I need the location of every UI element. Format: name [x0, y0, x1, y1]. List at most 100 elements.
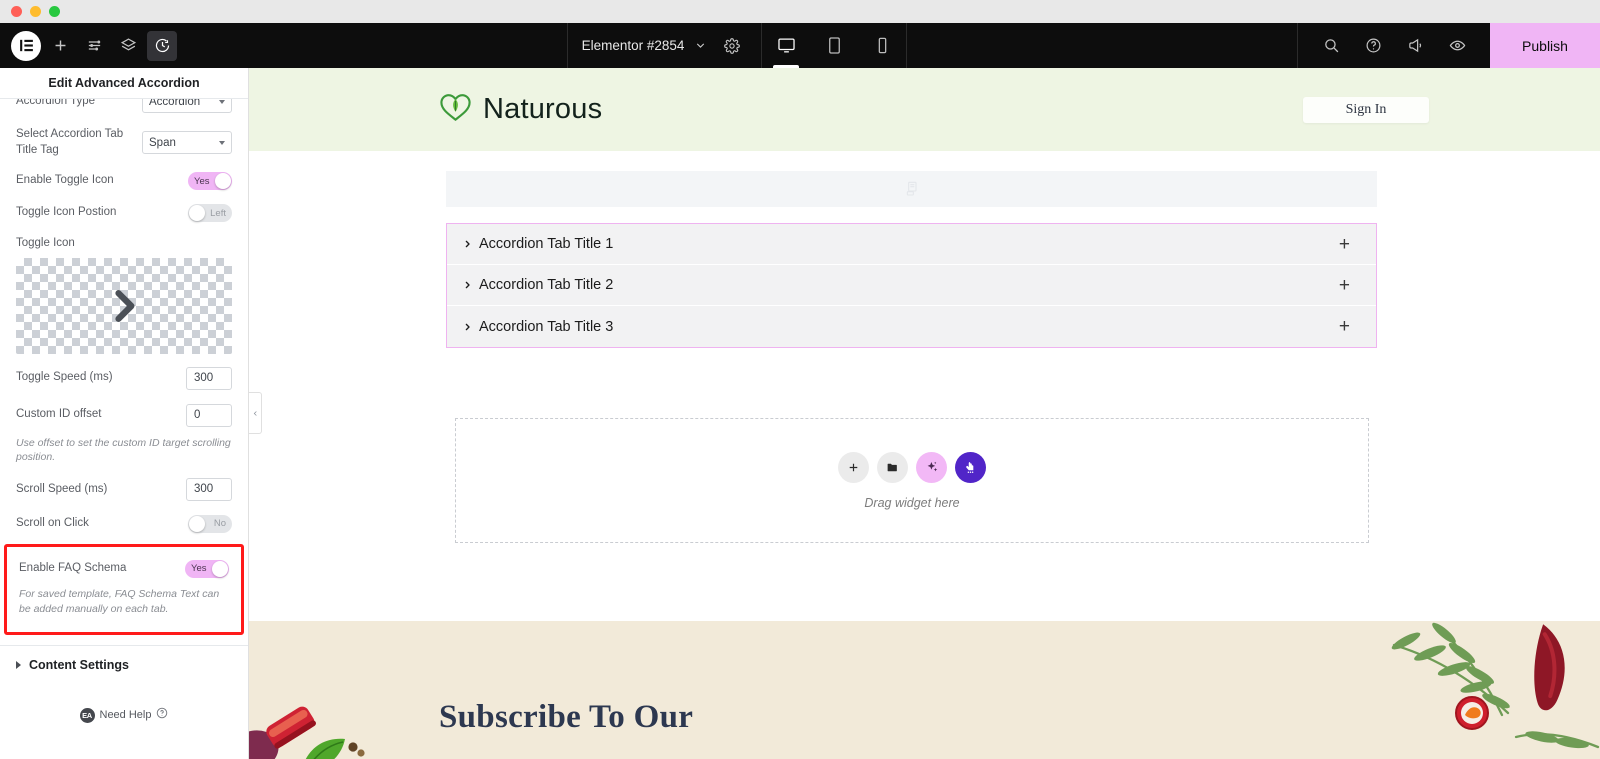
elementor-logo-icon[interactable] [11, 30, 41, 61]
select-value: Accordion [149, 99, 201, 108]
plus-icon[interactable]: + [1339, 235, 1350, 254]
switch-knob [212, 560, 228, 577]
control-enable-toggle-icon: Enable Toggle Icon Yes [0, 165, 248, 197]
publish-button[interactable]: Publish [1490, 23, 1600, 68]
enable-toggle-icon-switch[interactable]: Yes [188, 172, 232, 191]
responsive-desktop-button[interactable] [762, 23, 810, 68]
input-value: 300 [194, 372, 214, 385]
chevron-down-icon [219, 99, 225, 104]
gear-icon[interactable] [717, 31, 747, 61]
control-label: Toggle Icon [16, 237, 75, 250]
vegetables-left-decoration [249, 706, 365, 759]
tab-title-tag-select[interactable]: Span [142, 131, 232, 155]
megaphone-icon[interactable] [1400, 31, 1430, 61]
switch-knob [189, 515, 205, 532]
drop-zone-label: Drag widget here [864, 495, 960, 510]
accordion-tab-left: Accordion Tab Title 1 [463, 236, 613, 252]
heart-leaf-icon [439, 92, 472, 127]
toolbar-center-group: Elementor #2854 [177, 23, 1297, 68]
triangle-right-icon [16, 661, 21, 670]
control-toggle-icon: Toggle Icon [0, 229, 248, 254]
sliders-icon[interactable] [79, 31, 109, 61]
document-title[interactable]: Elementor #2854 [582, 38, 685, 53]
toggle-speed-input[interactable]: 300 [186, 366, 232, 390]
image-placeholder-icon [906, 181, 917, 196]
switch-knob [215, 173, 231, 190]
control-label: Select Accordion Tab Title Tag [16, 128, 124, 156]
document-group: Elementor #2854 [566, 23, 763, 68]
elementor-logo-glyph [19, 39, 33, 52]
window-close-button[interactable] [11, 6, 22, 17]
chevron-down-icon [219, 140, 225, 145]
accordion-tab-title: Accordion Tab Title 3 [479, 318, 614, 335]
switch-value: No [213, 518, 226, 530]
need-help-label: Need Help [99, 709, 152, 722]
toggle-icon-preview[interactable] [16, 257, 232, 354]
subscribe-title: Subscribe To Our [439, 699, 694, 735]
sign-in-button[interactable]: Sign In [1303, 96, 1429, 123]
ea-badge-icon: EA [79, 707, 95, 723]
responsive-mobile-button[interactable] [858, 23, 906, 68]
control-label: Scroll on Click [16, 517, 89, 530]
responsive-tablet-button[interactable] [810, 23, 858, 68]
toggle-icon-position-switch[interactable]: Left [188, 204, 232, 223]
control-label: Accordion Type [16, 99, 96, 107]
window-maximize-button[interactable] [49, 6, 60, 17]
panel-collapse-button[interactable] [249, 392, 262, 434]
faq-schema-description: For saved template, FAQ Schema Text can … [19, 587, 220, 615]
scroll-speed-input[interactable]: 300 [186, 477, 232, 501]
window-minimize-button[interactable] [30, 6, 41, 17]
scroll-on-click-switch[interactable]: No [188, 514, 232, 533]
control-label: Toggle Speed (ms) [16, 371, 113, 384]
accordion-tab[interactable]: Accordion Tab Title 1 + [447, 224, 1376, 265]
panel-body: Accordion Type Accordion Select Accordio… [0, 99, 248, 759]
add-template-button[interactable] [877, 451, 908, 483]
ai-generate-button[interactable] [916, 451, 947, 483]
site-logo[interactable]: Naturous [439, 92, 602, 127]
select-value: Span [149, 136, 176, 149]
plus-icon[interactable]: + [1339, 276, 1350, 295]
switch-value: Left [210, 207, 226, 219]
plus-icon[interactable] [45, 31, 75, 61]
chevron-right-icon [115, 289, 135, 322]
drop-zone[interactable]: Drag widget here [455, 418, 1369, 543]
panel-header: Edit Advanced Accordion [0, 68, 248, 99]
section-title: Content Settings [29, 658, 129, 673]
herbs-chili-right-decoration [1391, 622, 1600, 749]
control-label: Enable FAQ Schema [19, 562, 127, 575]
window-title-bar [0, 0, 1600, 23]
eye-icon[interactable] [1442, 31, 1472, 61]
preview-canvas: Naturous Sign In Accordion Tab Title 1 +… [249, 68, 1600, 759]
image-placeholder-block[interactable] [446, 171, 1377, 207]
chevron-right-icon [465, 240, 470, 248]
accordion-tab-title: Accordion Tab Title 2 [479, 277, 614, 293]
control-custom-id-offset: Custom ID offset 0 [0, 397, 248, 434]
chevron-down-icon[interactable] [694, 39, 707, 52]
element-manager-button[interactable] [955, 451, 986, 483]
accordion-type-select[interactable]: Accordion [142, 99, 232, 113]
accordion-tab[interactable]: Accordion Tab Title 3 + [447, 306, 1376, 347]
switch-value: Yes [191, 563, 207, 575]
plus-icon[interactable]: + [1339, 317, 1350, 336]
control-toggle-speed: Toggle Speed (ms) 300 [0, 360, 248, 397]
search-icon[interactable] [1316, 31, 1346, 61]
section-content-settings[interactable]: Content Settings [0, 645, 248, 684]
switch-knob [189, 205, 205, 222]
add-widget-button[interactable] [838, 451, 869, 483]
control-label: Custom ID offset [16, 408, 102, 421]
help-circle-icon[interactable] [1358, 31, 1388, 61]
enable-faq-schema-switch[interactable]: Yes [185, 559, 229, 578]
chevron-right-icon [465, 323, 470, 330]
control-accordion-type: Accordion Type Accordion [0, 99, 248, 120]
responsive-mode-group [762, 23, 908, 68]
control-scroll-on-click: Scroll on Click No [0, 508, 248, 540]
need-help-footer[interactable]: EA Need Help [0, 684, 248, 724]
folder-icon [887, 463, 897, 471]
history-clock-icon[interactable] [147, 30, 177, 61]
question-circle-icon[interactable] [156, 706, 168, 724]
custom-id-offset-input[interactable]: 0 [186, 403, 232, 427]
elementor-toolbar: Elementor #2854 Publish [0, 23, 1600, 68]
accordion-tab[interactable]: Accordion Tab Title 2 + [447, 265, 1376, 306]
advanced-accordion-widget[interactable]: Accordion Tab Title 1 + Accordion Tab Ti… [446, 223, 1377, 348]
layers-icon[interactable] [113, 31, 143, 61]
